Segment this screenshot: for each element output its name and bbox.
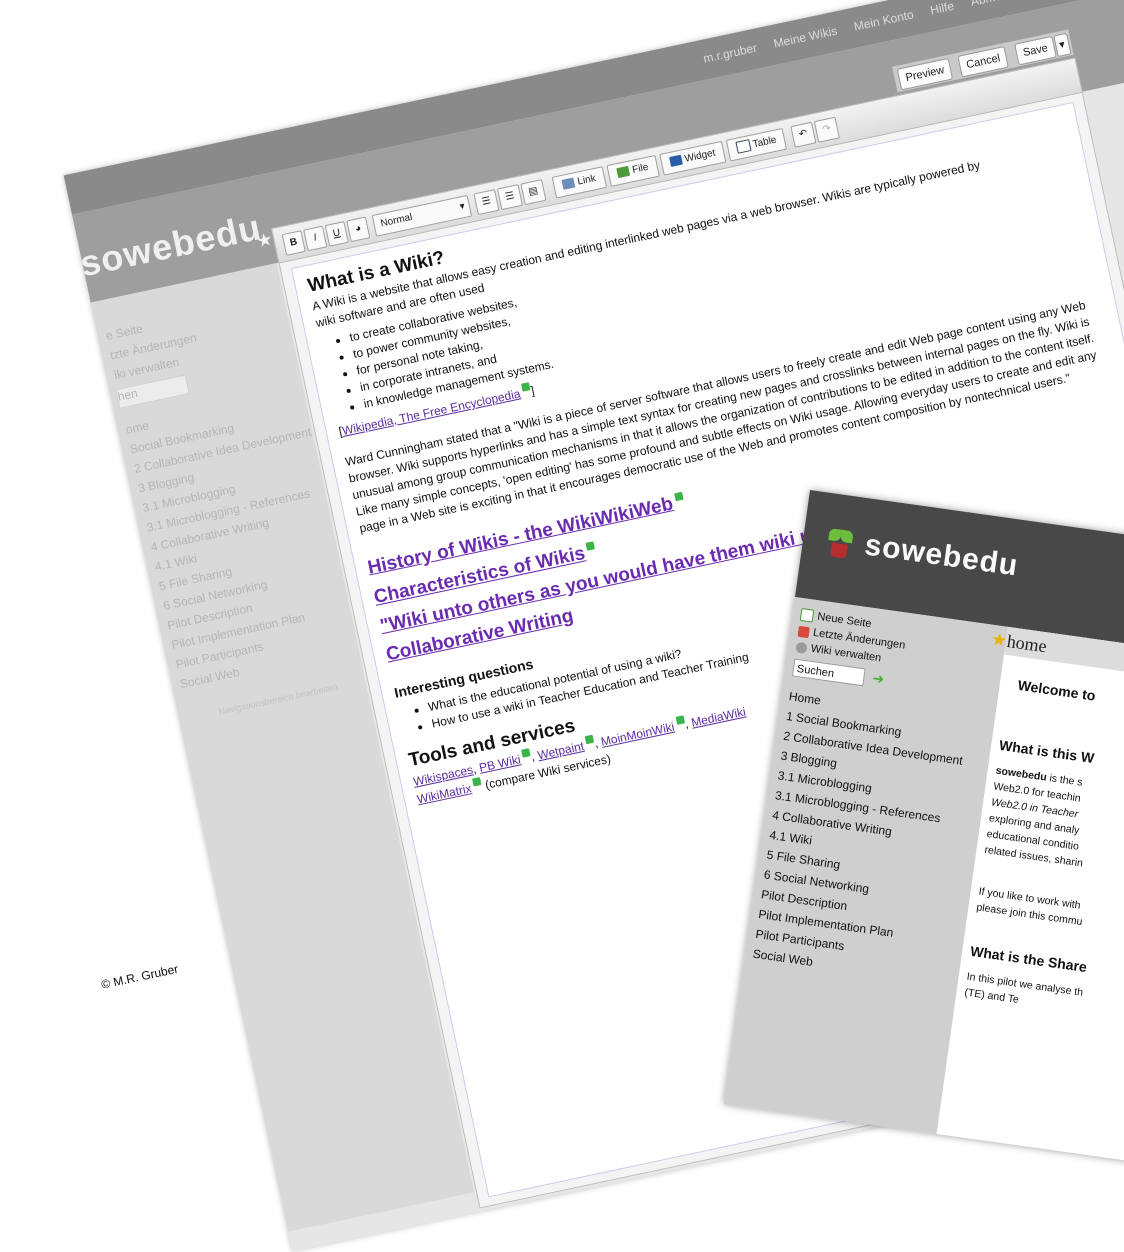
table-icon xyxy=(735,139,752,155)
new-page-icon xyxy=(799,607,815,623)
calendar-icon xyxy=(797,625,810,638)
widget-button[interactable]: Widget xyxy=(659,140,727,176)
external-link-icon xyxy=(521,382,531,392)
search-go-icon[interactable]: ➜ xyxy=(871,670,885,687)
chevron-down-icon: ▾ xyxy=(458,200,466,213)
file-button[interactable]: File xyxy=(606,154,660,187)
plant-logo-icon xyxy=(826,528,854,559)
my-wikis-link[interactable]: Meine Wikis xyxy=(772,24,838,51)
intro-paragraph: sowebedu is the s Web2.0 for teachin Web… xyxy=(983,764,1084,870)
user-name[interactable]: m.r.gruber xyxy=(702,41,758,66)
link-icon xyxy=(561,177,576,191)
copyright-notice: © M.R. Gruber xyxy=(100,961,180,992)
external-link-icon xyxy=(675,715,685,725)
external-link-icon xyxy=(584,734,595,744)
pilot-paragraph: In this pilot we analyse th (TE) and Te xyxy=(963,970,1084,1006)
bulleted-list-icon[interactable]: ☰ xyxy=(496,184,523,211)
table-button[interactable]: Table xyxy=(725,127,788,162)
widget-icon xyxy=(669,155,683,168)
share-heading: What is the Share xyxy=(969,942,1088,976)
site-title: sowebedu xyxy=(862,528,1021,583)
color-icon[interactable]: ◕ xyxy=(346,216,371,243)
undo-icon[interactable]: ↶ xyxy=(790,121,817,148)
file-icon xyxy=(616,166,631,179)
bold-button[interactable]: B xyxy=(281,230,306,256)
cancel-button[interactable]: Cancel xyxy=(957,45,1010,78)
external-link-icon xyxy=(472,776,482,787)
external-link-icon xyxy=(673,491,684,502)
external-link-icon xyxy=(521,747,531,758)
numbered-list-icon[interactable]: ☰ xyxy=(473,189,500,216)
welcome-heading: Welcome to xyxy=(1016,676,1097,704)
my-account-link[interactable]: Mein Konto xyxy=(853,7,915,33)
what-is-heading: What is this W xyxy=(998,736,1096,767)
redo-icon[interactable]: ↷ xyxy=(813,116,840,143)
horizontal-rule-icon[interactable]: ▤ xyxy=(520,179,547,206)
gear-icon xyxy=(795,641,808,654)
logout-link[interactable]: Abmelden xyxy=(969,0,1025,9)
external-link-icon xyxy=(585,541,596,552)
join-paragraph: If you like to work with please join thi… xyxy=(975,885,1084,929)
italic-button[interactable]: I xyxy=(303,225,328,252)
underline-button[interactable]: U xyxy=(324,221,349,247)
link-button[interactable]: Link xyxy=(551,166,608,199)
help-link[interactable]: Hilfe xyxy=(929,0,955,17)
